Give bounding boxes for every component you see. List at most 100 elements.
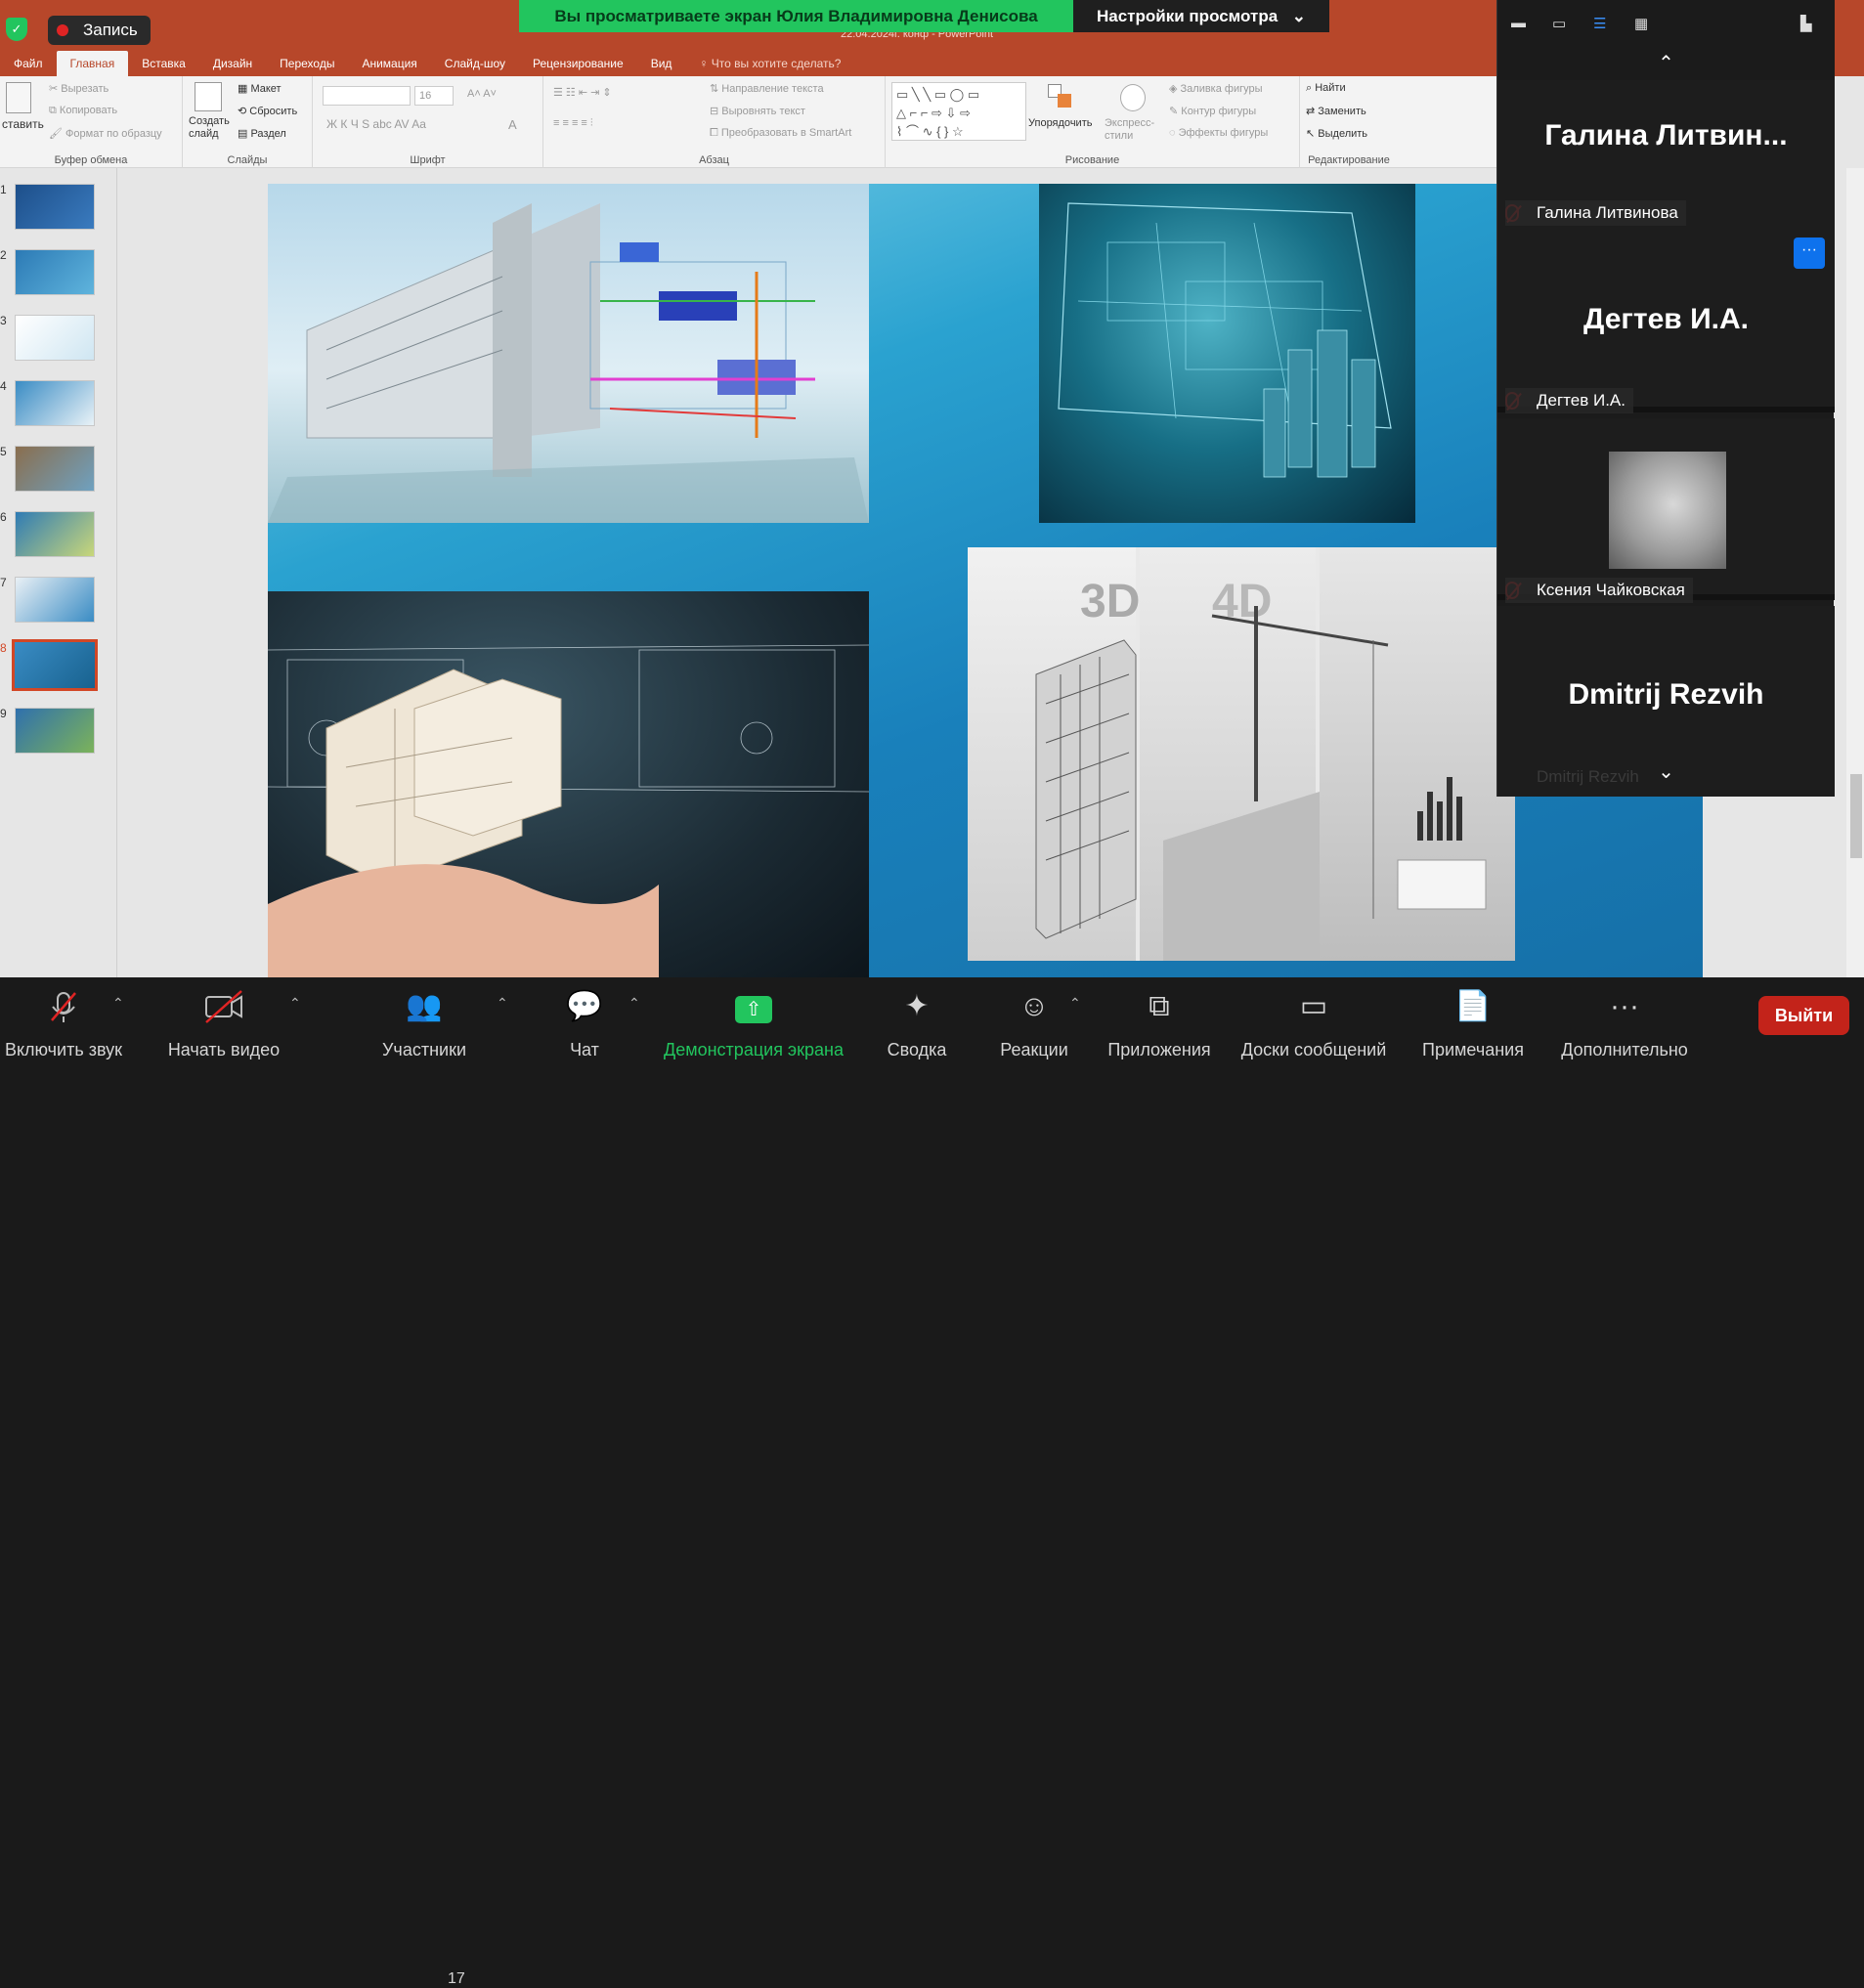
unmute-button[interactable]: Включить звук [0, 987, 127, 1060]
scroll-up-chevron-icon[interactable]: ⌃ [1497, 47, 1835, 80]
thumb-number: 8 [0, 641, 7, 655]
whiteboards-button[interactable]: ▭ Доски сообщений [1235, 987, 1392, 1060]
participant-tile[interactable]: Дегтев И.А. Дегтев И.А. [1497, 231, 1835, 413]
chevron-down-icon: ⌄ [1291, 7, 1306, 25]
shape-effects-button[interactable]: ◌ Эффекты фигуры [1169, 127, 1268, 139]
slide-thumbnail[interactable] [15, 446, 95, 492]
start-video-label: Начать видео [167, 1040, 281, 1059]
slide-thumbnail-active[interactable] [12, 639, 98, 691]
reactions-caret-icon[interactable]: ⌃ [1069, 995, 1081, 1012]
font-format-buttons[interactable]: Ж К Ч S abc AV Aa [326, 117, 426, 131]
participant-photo [1609, 452, 1726, 569]
alignment-buttons[interactable]: ≡ ≡ ≡ ≡ ⫶ [553, 117, 593, 130]
start-video-button[interactable]: Начать видео [158, 987, 289, 1060]
slide-canvas: 3D 4D [268, 184, 1703, 977]
align-text-button[interactable]: ⊟ Выровнять текст [710, 105, 805, 117]
tab-slideshow[interactable]: Слайд-шоу [431, 51, 519, 76]
select-button[interactable]: ↖ Выделить [1306, 127, 1367, 140]
quick-styles-icon[interactable] [1120, 84, 1146, 111]
replace-icon: ⇄ [1306, 106, 1319, 117]
group-label-editing: Редактирование [1308, 154, 1390, 166]
replace-button[interactable]: ⇄ Заменить [1306, 105, 1366, 117]
copy-button[interactable]: ⧉ Копировать [49, 105, 117, 117]
chat-button[interactable]: 💬 Чат [555, 987, 614, 1060]
font-size-select[interactable]: 16 [414, 86, 454, 106]
leave-button[interactable]: Выйти [1758, 996, 1849, 1035]
effects-icon: ◌ [1169, 127, 1179, 139]
notes-button[interactable]: 📄 Примечания [1417, 987, 1529, 1060]
find-button[interactable]: ⌕ Найти [1306, 82, 1346, 95]
participants-button[interactable]: 👥 Участники [375, 987, 473, 1060]
grow-font-icon[interactable]: A˄ A˅ [467, 88, 497, 100]
font-color-icon[interactable]: A [508, 117, 517, 132]
slide-thumbnail[interactable] [15, 380, 95, 426]
hide-video-icon[interactable]: ▭ [1552, 15, 1566, 32]
arrange-icon[interactable] [1048, 84, 1073, 111]
view-options-label: Настройки просмотра [1097, 7, 1279, 25]
slide-thumbnail[interactable] [15, 315, 95, 361]
panel-layout-icon[interactable]: ▙ [1800, 15, 1812, 32]
gallery-view-icon[interactable]: ▦ [1634, 15, 1648, 32]
video-off-icon [158, 987, 289, 1026]
notes-icon: 📄 [1454, 990, 1492, 1022]
reset-button[interactable]: ⟲ Сбросить [238, 105, 297, 117]
slide-thumbnail[interactable] [15, 184, 95, 230]
new-slide-button[interactable]: Создать слайд [189, 115, 230, 141]
share-banner-text: Вы просматриваете экран Юлия Владимировн… [519, 0, 1073, 32]
slide-thumbnail[interactable] [15, 249, 95, 295]
speaker-view-icon[interactable]: ☰ [1593, 15, 1606, 32]
chat-caret-icon[interactable]: ⌃ [629, 995, 640, 1012]
security-shield-icon[interactable]: ✓ [6, 18, 27, 41]
tab-insert[interactable]: Вставка [128, 51, 199, 76]
participant-more-options-button[interactable]: ··· [1794, 238, 1825, 269]
slide-thumbnail[interactable] [15, 577, 95, 623]
tab-review[interactable]: Рецензирование [519, 51, 637, 76]
paint-bucket-icon: ◈ [1169, 83, 1181, 95]
list-buttons[interactable]: ☰ ☷ ⇤ ⇥ ⇕ [553, 86, 612, 99]
section-button[interactable]: ▤ Раздел [238, 127, 286, 140]
ribbon-group-paragraph: ☰ ☷ ⇤ ⇥ ⇕ ≡ ≡ ≡ ≡ ⫶ ⇅ Направление текста… [543, 76, 886, 168]
font-family-select[interactable] [323, 86, 411, 106]
tab-home[interactable]: Главная [56, 51, 129, 76]
tab-view[interactable]: Вид [637, 51, 686, 76]
tab-file[interactable]: Файл [0, 51, 57, 76]
more-button[interactable]: ··· Дополнительно [1556, 987, 1693, 1060]
apps-button[interactable]: ⧉ Приложения [1103, 987, 1216, 1060]
scroll-down-chevron-icon[interactable]: ⌄ [1497, 759, 1835, 789]
text-direction-button[interactable]: ⇅ Направление текста [710, 82, 824, 95]
smartart-button[interactable]: ⧠ Преобразовать в SmartArt [710, 127, 851, 140]
tab-transitions[interactable]: Переходы [266, 51, 348, 76]
audio-options-caret-icon[interactable]: ⌃ [112, 995, 124, 1012]
shape-fill-button[interactable]: ◈ Заливка фигуры [1169, 82, 1263, 95]
new-slide-icon[interactable] [195, 82, 222, 111]
ribbon-group-editing: ⌕ Найти ⇄ Заменить ↖ Выделить Редактиров… [1300, 76, 1398, 168]
arrange-button[interactable]: Упорядочить [1028, 117, 1092, 129]
slide-thumbnail[interactable] [15, 708, 95, 754]
layout-button[interactable]: ▦ Макет [238, 82, 282, 95]
ribbon-group-font: 16 A˄ A˅ Ж К Ч S abc AV Aa A Шрифт [313, 76, 543, 168]
quick-styles-button[interactable]: Экспресс-стили [1105, 117, 1161, 143]
participant-display-name: Dmitrij Rezvih [1568, 678, 1764, 711]
group-label-clipboard: Буфер обмена [54, 154, 128, 166]
tell-me-search[interactable]: ♀ Что вы хотите сделать? [685, 51, 854, 76]
ppt-scrollbar-thumb[interactable] [1850, 774, 1862, 858]
view-options-button[interactable]: Настройки просмотра ⌄ [1073, 0, 1329, 32]
shapes-gallery[interactable]: ▭ ╲ ╲ ▭ ◯ ▭ △ ⌐ ⌐ ⇨ ⇩ ⇨ ⌇ ⌒ ∿ { } ☆ [891, 82, 1026, 141]
participant-display-name: Галина Литвин... [1544, 119, 1788, 151]
format-painter-button[interactable]: 🖌 Формат по образцу [49, 127, 162, 140]
minimize-icon[interactable]: ▬ [1511, 15, 1526, 31]
reactions-button[interactable]: ☺ Реакции [992, 987, 1076, 1060]
paste-button[interactable]: ставить [2, 117, 44, 131]
participants-caret-icon[interactable]: ⌃ [497, 995, 508, 1012]
thumb-number: 7 [0, 576, 7, 589]
summary-button[interactable]: ✦ Сводка [878, 987, 956, 1060]
video-options-caret-icon[interactable]: ⌃ [289, 995, 301, 1012]
cut-button[interactable]: ✂ Вырезать [49, 82, 108, 95]
share-screen-button[interactable]: ⇧ Демонстрация экрана [661, 987, 846, 1060]
paste-icon[interactable] [6, 82, 31, 113]
tab-animation[interactable]: Анимация [348, 51, 430, 76]
shape-outline-button[interactable]: ✎ Контур фигуры [1169, 105, 1256, 117]
align-text-icon: ⊟ [710, 106, 722, 117]
tab-design[interactable]: Дизайн [199, 51, 266, 76]
slide-thumbnail[interactable] [15, 511, 95, 557]
